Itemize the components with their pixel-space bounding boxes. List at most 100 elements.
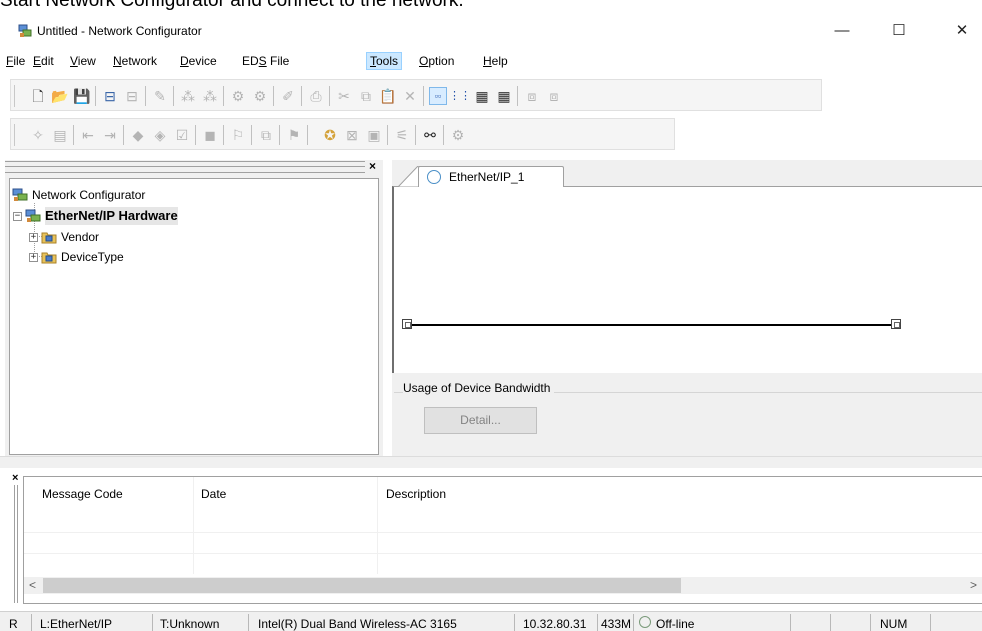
menu-edit[interactable]: Edit <box>33 53 54 71</box>
panel-drag-bar[interactable] <box>5 161 365 173</box>
connect-icon[interactable]: ⊟ <box>101 87 119 105</box>
expand-icon[interactable]: + <box>29 232 38 242</box>
view-detail-icon[interactable]: ▦ <box>473 87 491 105</box>
tree-root-label: Network Configurator <box>32 188 146 202</box>
cut-icon: ✂ <box>338 88 350 104</box>
disconnect-icon: ⊟ <box>126 88 138 104</box>
upload-icon: ✎ <box>154 88 166 104</box>
monitor-icon: ⚙ <box>231 88 245 104</box>
copy-icon: ⧉ <box>361 88 371 104</box>
toolbar-grip-2[interactable] <box>14 124 16 146</box>
menu-eds-file[interactable]: EDS File <box>242 53 289 71</box>
new-file-icon[interactable]: 🗋 <box>29 87 47 105</box>
network-remove-icon: ⧈ <box>549 88 559 104</box>
column-header-message-code[interactable]: Message Code <box>42 486 123 502</box>
row-gridline <box>24 532 982 533</box>
eds-install-icon[interactable]: ✪ <box>321 126 339 144</box>
column-header-date[interactable]: Date <box>201 486 226 502</box>
arrow-up-icon: ◆ <box>132 127 144 143</box>
instruction-caption: Start Network Configurator and connect t… <box>0 0 464 11</box>
status-bar <box>0 611 982 631</box>
tree-item-devicetype[interactable]: + DeviceType <box>29 248 124 266</box>
device-toolbar: ✧ ▤ ⇤ ⇥ ◆ ◈ ☑ ◼ ⚐ ⧉ ⚑ ✪ ⊠ ▣ ⚟ ⚯ ⚙ <box>10 118 675 150</box>
verify-icon: ⁂ <box>203 88 217 104</box>
tab-edge <box>398 166 420 187</box>
check-icon: ☑ <box>175 127 189 143</box>
network-trunk-line[interactable] <box>410 324 895 326</box>
row-gridline <box>24 553 982 554</box>
download-icon: ⁂ <box>181 88 195 104</box>
column-header-description[interactable]: Description <box>386 486 446 502</box>
offline-status-icon <box>639 616 651 628</box>
register-icon: ⧉ <box>261 127 271 143</box>
network-configurator-icon <box>12 188 28 201</box>
tree-item-ethernet-ip-hardware[interactable]: − EtherNet/IP Hardware <box>13 207 178 225</box>
folder-icon <box>41 252 57 264</box>
message-panel-grip[interactable] <box>14 485 18 603</box>
horizontal-splitter[interactable] <box>0 456 982 468</box>
status-target: T:Unknown <box>160 617 220 631</box>
print-icon: ⎙ <box>310 88 322 104</box>
save-icon[interactable]: 💾 <box>73 87 91 105</box>
eds-delete-icon: ⊠ <box>346 127 358 143</box>
view-icons-icon[interactable]: ▫▫ <box>429 87 447 105</box>
delete-icon: ✕ <box>404 88 416 104</box>
menu-network[interactable]: Network <box>113 53 157 71</box>
window-title: Untitled - Network Configurator <box>37 24 202 38</box>
minimize-button[interactable]: — <box>827 20 857 42</box>
message-close-icon[interactable]: × <box>12 472 18 484</box>
horizontal-scrollbar[interactable]: < > <box>24 577 982 594</box>
close-button[interactable]: ✕ <box>947 20 977 42</box>
view-list-icon[interactable]: ⋮⋮ <box>449 87 471 105</box>
app-network-icon <box>18 24 32 37</box>
main-toolbar: 🗋 📂 💾 ⊟ ⊟ ✎ ⁂ ⁂ ⚙ ⚙ ✐ ⎙ ✂ ⧉ 📋 ✕ ▫▫ ⋮⋮ ▦ … <box>10 79 822 111</box>
mode-icon: ⚙ <box>253 88 267 104</box>
maximize-button[interactable]: ☐ <box>884 20 914 42</box>
network-canvas[interactable] <box>392 186 982 373</box>
status-ready: R <box>9 617 18 631</box>
network-add-icon: ⧈ <box>527 88 537 104</box>
scroll-right-icon[interactable]: > <box>965 577 982 594</box>
menu-tools[interactable]: Tools <box>366 52 403 70</box>
parameter-download-icon: ⇥ <box>104 127 116 143</box>
device-monitor-icon: ◼ <box>204 127 216 143</box>
status-memory: 433M <box>601 617 632 631</box>
menu-device[interactable]: Device <box>180 53 217 71</box>
tree-item-vendor[interactable]: + Vendor <box>29 228 99 246</box>
menu-file[interactable]: File <box>6 53 25 71</box>
left-terminator-icon[interactable] <box>402 319 412 329</box>
expand-icon[interactable]: + <box>29 252 38 262</box>
menu-help[interactable]: Help <box>483 53 508 71</box>
status-interface: L:EtherNet/IP <box>40 617 113 631</box>
collapse-icon[interactable]: − <box>13 211 22 221</box>
column-separator <box>193 477 194 574</box>
tree-root-network-configurator[interactable]: Network Configurator <box>12 186 145 204</box>
eds-create-icon: ⚟ <box>395 127 409 143</box>
scroll-left-icon[interactable]: < <box>24 577 41 594</box>
menu-view[interactable]: View <box>70 53 96 71</box>
eds-save-icon: ▣ <box>367 127 381 143</box>
status-numlock: NUM <box>880 617 908 631</box>
parameter-upload-icon: ⇤ <box>82 127 94 143</box>
paste-icon: 📋 <box>379 88 397 104</box>
toolbar-grip[interactable] <box>14 85 16 107</box>
detail-button[interactable]: Detail... <box>424 407 537 434</box>
menu-option[interactable]: Option <box>419 53 454 71</box>
network-tab-label: EtherNet/IP_1 <box>449 170 525 184</box>
properties-icon: ▤ <box>53 127 67 143</box>
status-adapter: Intel(R) Dual Band Wireless-AC 3165 <box>258 617 457 631</box>
hardware-folder-icon <box>25 209 41 222</box>
folder-icon <box>41 232 57 244</box>
scroll-thumb[interactable] <box>43 578 681 593</box>
right-terminator-icon[interactable] <box>891 319 901 329</box>
status-connection: Off-line <box>656 617 695 631</box>
status-ip-address: 10.32.80.31 <box>523 617 587 631</box>
wizard-icon: ✧ <box>32 127 44 143</box>
tree-vendor-label: Vendor <box>61 230 100 244</box>
arrow-down-icon: ◈ <box>154 127 166 143</box>
view-table-icon[interactable]: ▦ <box>495 87 513 105</box>
eds-properties-icon: ⚙ <box>451 127 465 143</box>
binoculars-icon[interactable]: ⚯ <box>421 126 439 144</box>
open-folder-icon[interactable]: 📂 <box>51 87 69 105</box>
panel-close-icon[interactable]: × <box>369 159 376 173</box>
